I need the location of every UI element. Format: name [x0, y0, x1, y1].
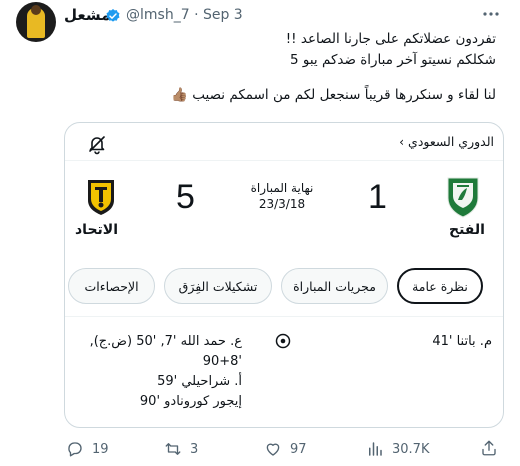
league-link[interactable]: الدوري السعودي › — [399, 134, 494, 149]
repost-icon — [165, 443, 181, 455]
tab-overview[interactable]: نظرة عامة — [397, 268, 483, 304]
al-fateh-crest-icon — [447, 177, 479, 218]
share-icon[interactable] — [480, 439, 498, 457]
home-team-name[interactable]: الفتح — [449, 222, 485, 238]
like-count: 97 — [290, 441, 307, 457]
views-button[interactable]: 30.7K — [366, 440, 429, 458]
tweet-date[interactable]: · Sep 3 — [194, 7, 243, 23]
tab-lineups[interactable]: تشكيلات الفِرَق — [164, 268, 272, 304]
soccer-ball-icon — [275, 333, 291, 349]
chevron-icon: › — [399, 134, 405, 149]
divider — [65, 316, 503, 317]
scorer-entry: أ. شراحيلي '59 — [157, 374, 242, 389]
match-date: 23/3/18 — [258, 197, 306, 211]
tweet-text: تفردون عضلاتكم على جارنا الصاعد !! شكلكم… — [66, 29, 496, 106]
home-score: 1 — [368, 178, 387, 216]
author-handle[interactable]: @lmsh_7 — [126, 7, 190, 23]
away-score: 5 — [176, 178, 195, 216]
tab-statistics[interactable]: الإحصاءات — [68, 268, 155, 304]
home-scorers: م. باتنا '41 — [432, 332, 492, 352]
author-handle-date[interactable]: @lmsh_7 · Sep 3 — [126, 7, 243, 23]
notification-bell-off-icon[interactable] — [84, 131, 110, 157]
al-ittihad-crest-icon — [88, 180, 114, 215]
tweet-line: لنا لقاء و سنكررها قريباً سنجعل لكم من ا… — [171, 87, 496, 103]
repost-button[interactable]: 3 — [164, 440, 198, 458]
repost-count: 3 — [190, 441, 199, 457]
reply-count: 19 — [92, 441, 109, 457]
scorer-entry: إيجور كورونادو '90 — [139, 394, 242, 409]
views-count: 30.7K — [392, 441, 430, 457]
match-status-label: نهاية المباراة — [250, 181, 314, 195]
tweet-line: تفردون عضلاتكم على جارنا الصاعد !! — [285, 31, 496, 47]
scorer-entry: '90+8 — [202, 354, 242, 369]
more-options-icon[interactable] — [480, 6, 502, 22]
views-chart-icon — [369, 442, 382, 456]
reply-button[interactable]: 19 — [66, 440, 109, 458]
league-name: الدوري السعودي — [408, 134, 494, 149]
match-status: نهاية المباراة 23/3/18 — [232, 180, 332, 212]
avatar[interactable] — [16, 2, 56, 42]
away-team-name[interactable]: الاتحاد — [75, 222, 118, 238]
heart-icon — [266, 443, 280, 456]
scorer-entry: ع. حمد الله '7, '50 (ض.ج), — [89, 334, 242, 349]
away-scorers: ع. حمد الله '7, '50 (ض.ج), '90+8 أ. شراح… — [90, 332, 242, 412]
divider — [65, 160, 503, 161]
verified-badge-icon — [106, 9, 120, 22]
scorer-entry: م. باتنا '41 — [432, 334, 492, 349]
like-button[interactable]: 97 — [264, 440, 307, 458]
tab-match-events[interactable]: مجريات المباراة — [281, 268, 388, 304]
author-name[interactable]: مشعل — [64, 6, 110, 24]
reply-icon — [68, 442, 82, 457]
tweet-line: شكلكم نسيتو آخر مباراة ضدكم يبو 5 — [289, 52, 496, 68]
